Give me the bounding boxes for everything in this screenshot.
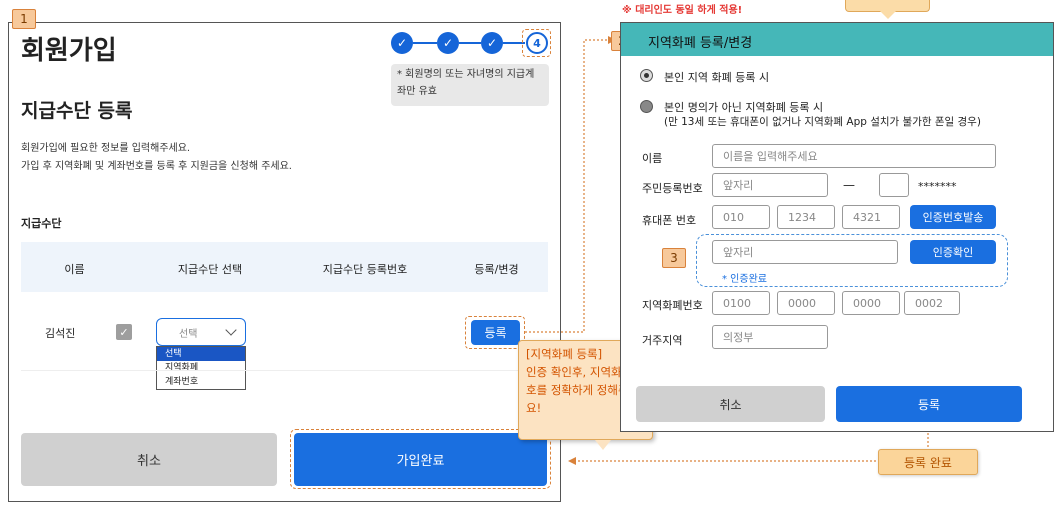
- verify-button[interactable]: 인증확인: [910, 240, 996, 264]
- region-input[interactable]: 의정부: [712, 325, 828, 349]
- phone-input-1[interactable]: 010: [712, 205, 770, 229]
- name-label: 이름: [642, 152, 663, 165]
- send-code-button[interactable]: 인증번호발송: [910, 205, 996, 229]
- phone-input-3[interactable]: 4321: [842, 205, 900, 229]
- name-input[interactable]: 이름을 입력해주세요: [712, 144, 996, 168]
- card-input-2[interactable]: 0000: [777, 291, 835, 315]
- phone-label: 휴대폰 번호: [642, 214, 697, 227]
- phone-input-2[interactable]: 1234: [777, 205, 835, 229]
- annotation-tag-3: 3: [662, 248, 686, 268]
- radio-other-currency-label: 본인 명의가 아닌 지역화폐 등록 시: [664, 101, 824, 114]
- card-input-1[interactable]: 0100: [712, 291, 770, 315]
- modal-title: 지역화폐 등록/변경: [648, 36, 753, 51]
- modal-cancel-button[interactable]: 취소: [636, 386, 825, 422]
- radio-other-currency-sub: (만 13세 또는 휴대폰이 없거나 지역화폐 App 설치가 불가한 폰일 경…: [664, 116, 981, 128]
- verification-code-input[interactable]: 앞자리: [712, 240, 898, 264]
- radio-other-currency[interactable]: [640, 100, 653, 113]
- card-label: 지역화폐번호: [642, 299, 703, 312]
- rrn-label: 주민등록번호: [642, 182, 703, 195]
- rrn-back-input[interactable]: [879, 173, 909, 197]
- rrn-mask: *******: [918, 180, 957, 193]
- card-input-3[interactable]: 0000: [842, 291, 900, 315]
- rrn-front-input[interactable]: 앞자리: [712, 173, 828, 197]
- radio-own-currency[interactable]: [640, 69, 653, 82]
- verified-text: * 인증완료: [722, 274, 767, 285]
- region-label: 거주지역: [642, 334, 683, 347]
- modal-submit-button[interactable]: 등록: [836, 386, 1022, 422]
- radio-dot-icon: [644, 73, 649, 78]
- card-input-4[interactable]: 0002: [904, 291, 960, 315]
- radio-own-currency-label: 본인 지역 화폐 등록 시: [664, 71, 770, 84]
- rrn-dash: —: [843, 178, 855, 192]
- done-tag: 등록 완료: [878, 449, 978, 475]
